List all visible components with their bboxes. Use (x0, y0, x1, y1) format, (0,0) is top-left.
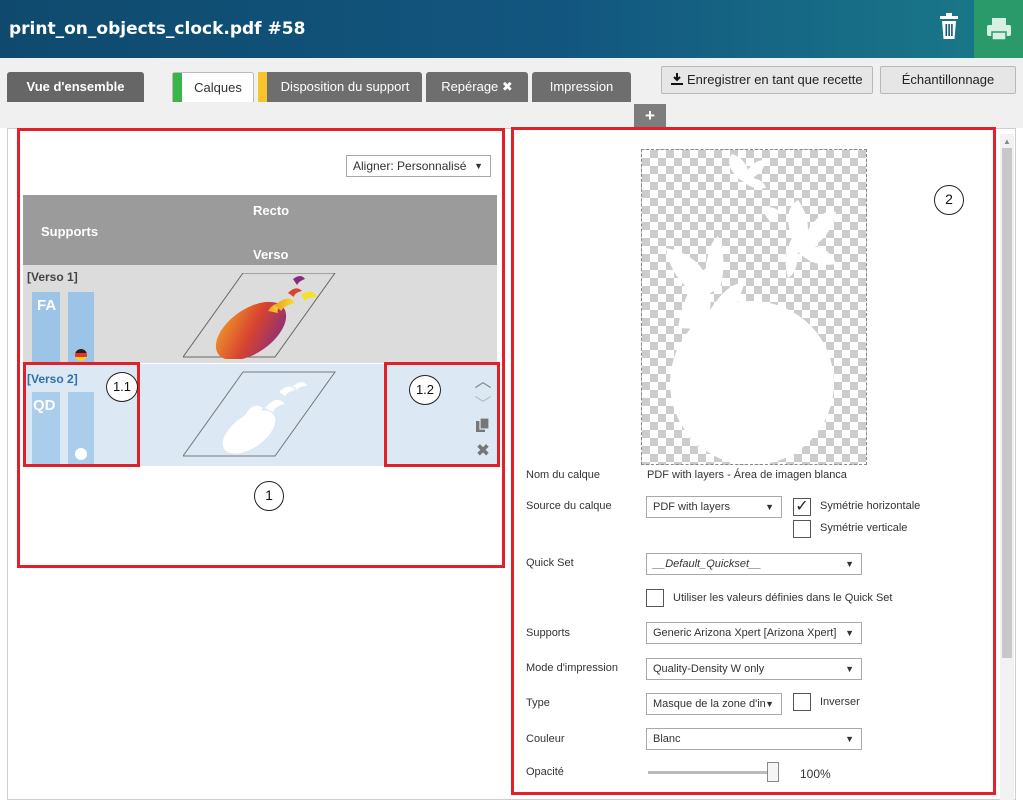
callout-1-1: 1.1 (106, 372, 138, 402)
highlight-region-2 (511, 127, 996, 795)
tab-media-layout-label: Disposition du support (280, 79, 410, 94)
callout-1-2: 1.2 (409, 375, 441, 405)
app-header: print_on_objects_clock.pdf #58 (0, 0, 1023, 58)
tab-media-layout[interactable]: Disposition du support (258, 72, 422, 102)
document-title: print_on_objects_clock.pdf #58 (9, 19, 306, 39)
highlight-region-1-2 (384, 362, 500, 467)
scrollbar-thumb[interactable] (1002, 148, 1012, 658)
printer-icon (987, 18, 1011, 41)
download-icon (671, 72, 687, 87)
save-recipe-button[interactable]: Enregistrer en tant que recette (661, 66, 873, 94)
tab-print[interactable]: Impression (532, 72, 631, 102)
sampling-button[interactable]: Échantillonnage (880, 66, 1016, 94)
tab-layers-label: Calques (194, 80, 242, 95)
tab-media-layout-status (258, 72, 267, 102)
callout-2: 2 (934, 185, 964, 215)
trash-icon[interactable] (933, 10, 965, 44)
scroll-up-icon[interactable]: ▲ (1003, 137, 1011, 146)
tab-overview[interactable]: Vue d'ensemble (7, 72, 144, 102)
add-button[interactable]: + (634, 104, 666, 128)
tab-layers[interactable]: Calques (172, 72, 254, 102)
tab-layers-status (173, 73, 182, 102)
tab-registration[interactable]: Repérage ✖ (426, 72, 528, 102)
print-button[interactable] (974, 0, 1023, 58)
save-recipe-label: Enregistrer en tant que recette (687, 72, 863, 87)
callout-1: 1 (254, 481, 284, 511)
